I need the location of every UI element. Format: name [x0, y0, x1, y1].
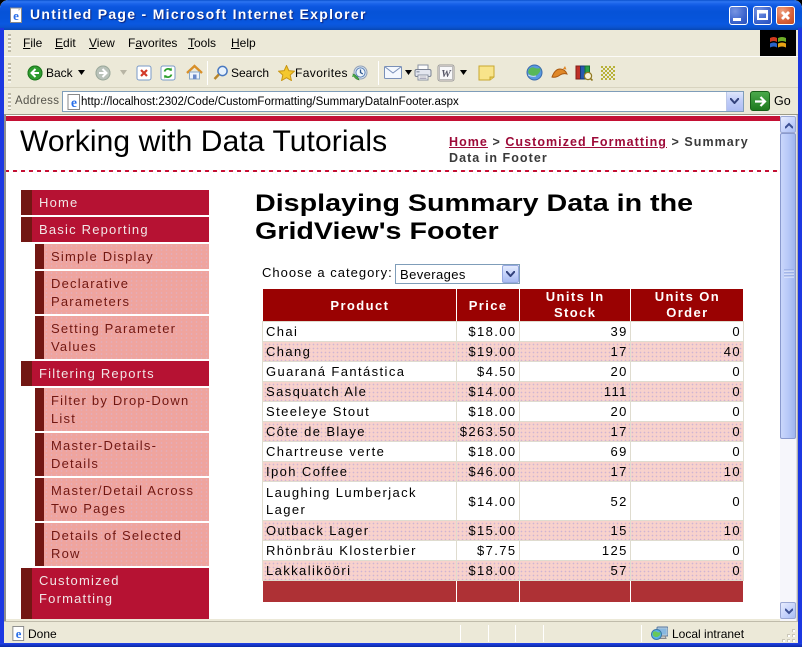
svg-text:e: e	[16, 627, 22, 641]
svg-text:e: e	[13, 8, 19, 23]
svg-text:e: e	[71, 95, 77, 110]
svg-text:W: W	[441, 68, 452, 80]
